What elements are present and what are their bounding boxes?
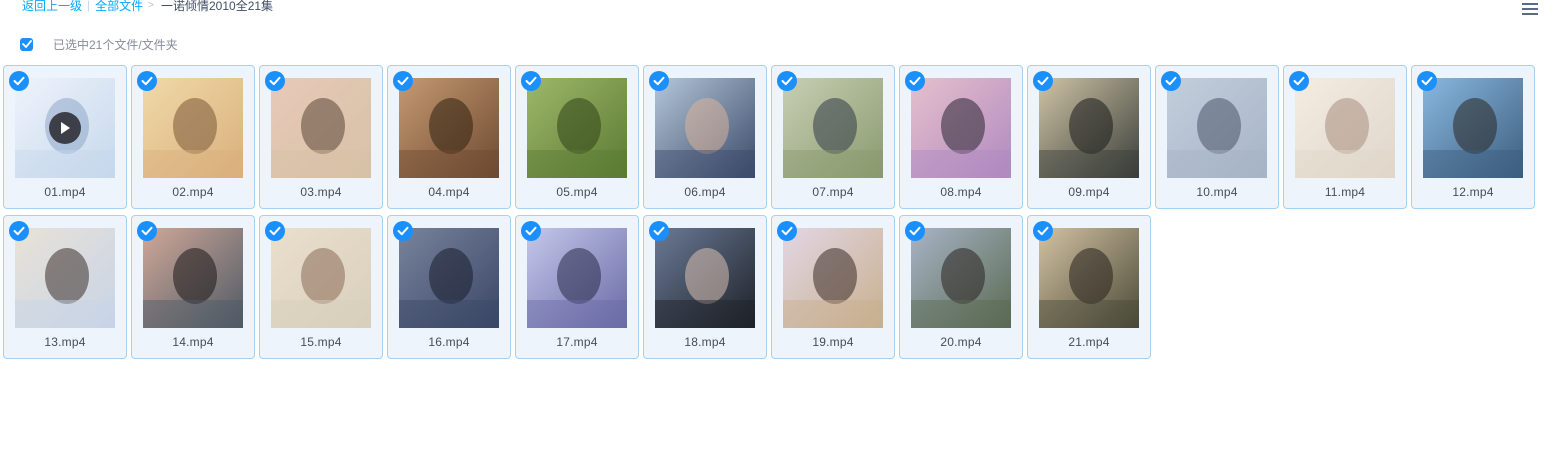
checkmark-icon [21, 40, 32, 48]
file-card[interactable]: 12.mp4 [1411, 65, 1535, 209]
selected-check-icon[interactable] [265, 221, 285, 241]
selected-check-icon[interactable] [265, 71, 285, 91]
video-thumbnail[interactable] [271, 228, 371, 328]
selected-check-icon[interactable] [905, 221, 925, 241]
file-card[interactable]: 10.mp4 [1155, 65, 1279, 209]
list-view-icon[interactable] [1522, 3, 1538, 15]
file-name: 08.mp4 [940, 185, 982, 199]
file-card[interactable]: 04.mp4 [387, 65, 511, 209]
selection-bar: 已选中21个文件/文件夹 [20, 37, 178, 52]
video-thumbnail[interactable] [399, 78, 499, 178]
selected-check-icon[interactable] [905, 71, 925, 91]
file-card[interactable]: 09.mp4 [1027, 65, 1151, 209]
file-card[interactable]: 18.mp4 [643, 215, 767, 359]
file-card[interactable]: 14.mp4 [131, 215, 255, 359]
video-thumbnail[interactable] [527, 228, 627, 328]
file-name: 13.mp4 [44, 335, 86, 349]
file-name: 01.mp4 [44, 185, 86, 199]
file-card[interactable]: 08.mp4 [899, 65, 1023, 209]
video-thumbnail[interactable] [15, 78, 115, 178]
file-name: 11.mp4 [1324, 185, 1366, 199]
all-files-link[interactable]: 全部文件 [95, 0, 143, 14]
file-card[interactable]: 15.mp4 [259, 215, 383, 359]
file-name: 04.mp4 [428, 185, 470, 199]
selected-check-icon[interactable] [521, 71, 541, 91]
video-thumbnail[interactable] [1167, 78, 1267, 178]
selected-check-icon[interactable] [9, 221, 29, 241]
file-name: 21.mp4 [1068, 335, 1110, 349]
file-name: 06.mp4 [684, 185, 726, 199]
file-card[interactable]: 13.mp4 [3, 215, 127, 359]
chevron-right-icon: > [148, 0, 154, 11]
selected-check-icon[interactable] [1161, 71, 1181, 91]
file-name: 05.mp4 [556, 185, 598, 199]
file-name: 20.mp4 [940, 335, 982, 349]
video-thumbnail[interactable] [143, 228, 243, 328]
file-name: 07.mp4 [812, 185, 854, 199]
selected-check-icon[interactable] [137, 221, 157, 241]
file-card[interactable]: 19.mp4 [771, 215, 895, 359]
video-thumbnail[interactable] [783, 228, 883, 328]
selection-count: 已选中21个文件/文件夹 [53, 37, 178, 52]
video-thumbnail[interactable] [1423, 78, 1523, 178]
file-name: 19.mp4 [812, 335, 854, 349]
selected-check-icon[interactable] [137, 71, 157, 91]
file-name: 14.mp4 [172, 335, 214, 349]
selected-check-icon[interactable] [777, 221, 797, 241]
selected-check-icon[interactable] [521, 221, 541, 241]
video-thumbnail[interactable] [143, 78, 243, 178]
file-card[interactable]: 21.mp4 [1027, 215, 1151, 359]
file-name: 10.mp4 [1196, 185, 1238, 199]
video-thumbnail[interactable] [911, 228, 1011, 328]
file-card[interactable]: 03.mp4 [259, 65, 383, 209]
video-thumbnail[interactable] [655, 78, 755, 178]
file-name: 15.mp4 [300, 335, 342, 349]
file-name: 18.mp4 [684, 335, 726, 349]
back-link[interactable]: 返回上一级 [22, 0, 82, 14]
video-thumbnail[interactable] [655, 228, 755, 328]
selected-check-icon[interactable] [9, 71, 29, 91]
selected-check-icon[interactable] [649, 221, 669, 241]
file-grid: 01.mp4 02.mp4 03.mp4 04.mp4 05.mp4 06.mp4 07.m… [3, 65, 1543, 359]
breadcrumb-divider: | [87, 0, 91, 12]
selected-check-icon[interactable] [393, 71, 413, 91]
selected-check-icon[interactable] [1417, 71, 1437, 91]
file-card[interactable]: 17.mp4 [515, 215, 639, 359]
file-browser: 返回上一级 | 全部文件 > 一诺倾情2010全21集 已选中21个文件/文件夹… [0, 0, 1568, 450]
file-card[interactable]: 05.mp4 [515, 65, 639, 209]
file-name: 12.mp4 [1452, 185, 1494, 199]
selected-check-icon[interactable] [649, 71, 669, 91]
video-thumbnail[interactable] [527, 78, 627, 178]
video-thumbnail[interactable] [399, 228, 499, 328]
file-card[interactable]: 20.mp4 [899, 215, 1023, 359]
file-card[interactable]: 07.mp4 [771, 65, 895, 209]
file-card[interactable]: 06.mp4 [643, 65, 767, 209]
file-name: 16.mp4 [428, 335, 470, 349]
video-thumbnail[interactable] [15, 228, 115, 328]
file-card[interactable]: 16.mp4 [387, 215, 511, 359]
video-thumbnail[interactable] [1295, 78, 1395, 178]
selected-check-icon[interactable] [1033, 71, 1053, 91]
select-all-checkbox[interactable] [20, 37, 33, 51]
current-folder-title: 一诺倾情2010全21集 [161, 0, 274, 13]
selected-check-icon[interactable] [1033, 221, 1053, 241]
video-thumbnail[interactable] [783, 78, 883, 178]
video-thumbnail[interactable] [1039, 78, 1139, 178]
file-name: 17.mp4 [556, 335, 598, 349]
video-thumbnail[interactable] [911, 78, 1011, 178]
file-card[interactable]: 01.mp4 [3, 65, 127, 209]
file-name: 02.mp4 [172, 185, 214, 199]
video-thumbnail[interactable] [1039, 228, 1139, 328]
file-name: 03.mp4 [300, 185, 342, 199]
selected-check-icon[interactable] [1289, 71, 1309, 91]
file-card[interactable]: 02.mp4 [131, 65, 255, 209]
video-thumbnail[interactable] [271, 78, 371, 178]
selected-check-icon[interactable] [393, 221, 413, 241]
play-icon[interactable] [49, 112, 81, 144]
file-name: 09.mp4 [1068, 185, 1110, 199]
selected-check-icon[interactable] [777, 71, 797, 91]
breadcrumb: 返回上一级 | 全部文件 > 一诺倾情2010全21集 [22, 0, 273, 14]
file-card[interactable]: 11.mp4 [1283, 65, 1407, 209]
